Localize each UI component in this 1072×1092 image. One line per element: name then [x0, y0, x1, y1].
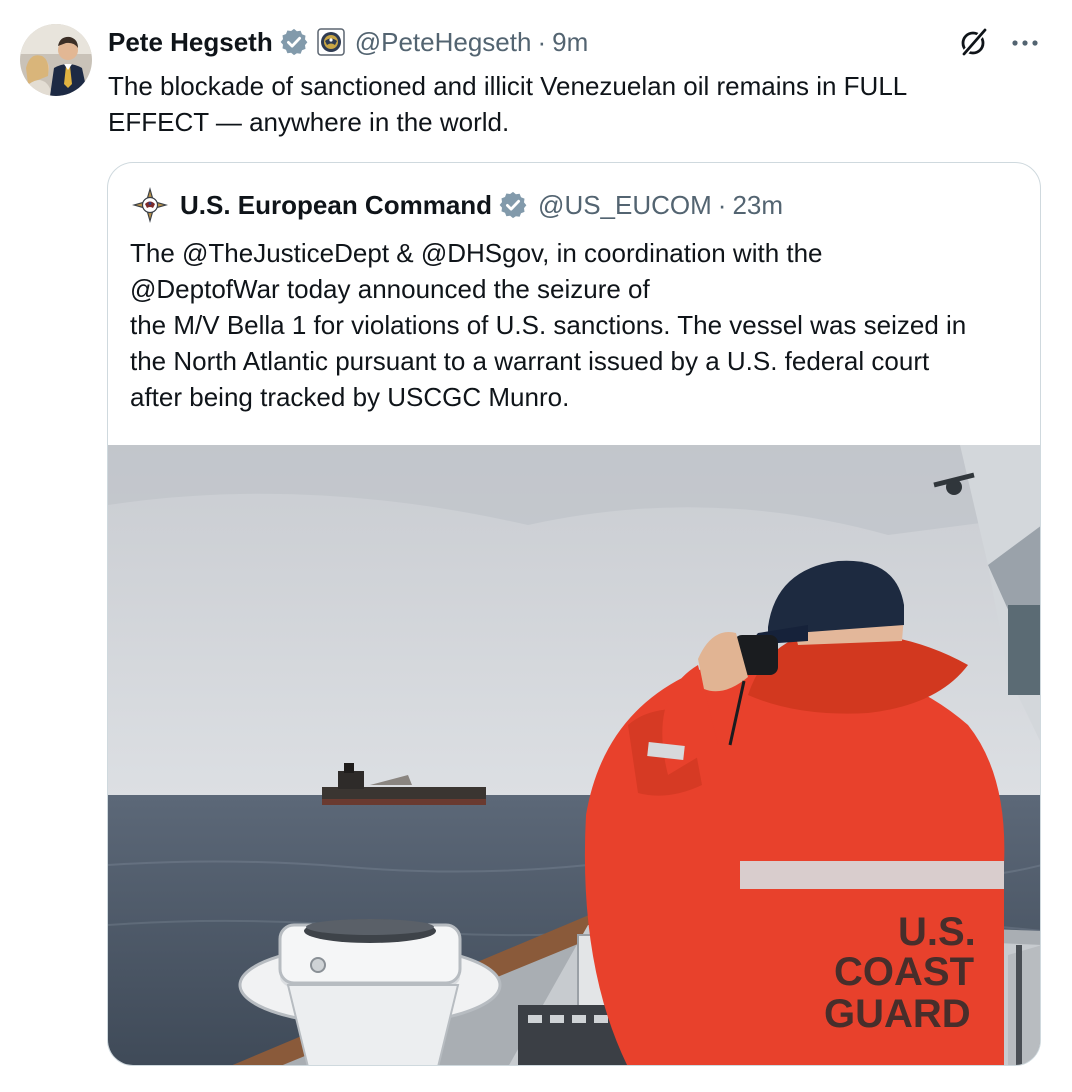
- verified-badge-icon: [280, 28, 308, 56]
- quoted-tweet-timestamp[interactable]: 23m: [732, 190, 783, 221]
- tweet-header: Pete Hegseth @PeteHegseth · 9m: [108, 24, 588, 60]
- verified-badge-icon: [499, 191, 527, 219]
- quoted-tweet-photo[interactable]: U.S. COAST GUARD: [108, 445, 1040, 1065]
- quoted-author-display-name[interactable]: U.S. European Command: [180, 190, 492, 221]
- tweet[interactable]: Pete Hegseth @PeteHegseth · 9m The block…: [0, 0, 1072, 1092]
- separator-dot: ·: [717, 189, 727, 220]
- quoted-tweet-text: The @TheJusticeDept & @DHSgov, in coordi…: [130, 235, 1030, 415]
- quoted-text-line: @DeptofWar today announced the seizure o…: [130, 274, 650, 304]
- quoted-text-line: after being tracked by USCGC Munro.: [130, 382, 570, 412]
- quoted-author-handle[interactable]: @US_EUCOM: [538, 190, 712, 221]
- jacket-text-line: COAST: [834, 950, 974, 994]
- eucom-emblem-icon[interactable]: [130, 185, 170, 225]
- separator-dot: ·: [537, 26, 547, 57]
- author-avatar[interactable]: [20, 24, 92, 96]
- quoted-tweet-header: U.S. European Command @US_EUCOM · 23m: [130, 185, 783, 225]
- tweet-timestamp[interactable]: 9m: [552, 27, 588, 58]
- more-options-icon[interactable]: [1008, 30, 1042, 56]
- author-display-name[interactable]: Pete Hegseth: [108, 27, 273, 58]
- tweet-text-line: EFFECT — anywhere in the world.: [108, 107, 510, 137]
- author-handle[interactable]: @PeteHegseth: [355, 27, 532, 58]
- quoted-text-line: the North Atlantic pursuant to a warrant…: [130, 346, 930, 376]
- quoted-text-line: The @TheJusticeDept & @DHSgov, in coordi…: [130, 238, 823, 268]
- quoted-text-line: the M/V Bella 1 for violations of U.S. s…: [130, 310, 967, 340]
- tweet-text-line: The blockade of sanctioned and illicit V…: [108, 71, 908, 101]
- grok-icon[interactable]: [956, 26, 990, 60]
- jacket-text-line: U.S.: [898, 910, 976, 954]
- jacket-text-line: GUARD: [824, 992, 971, 1036]
- tweet-text: The blockade of sanctioned and illicit V…: [108, 68, 1008, 140]
- quoted-tweet[interactable]: U.S. European Command @US_EUCOM · 23m Th…: [107, 162, 1041, 1066]
- government-seal-icon[interactable]: [316, 28, 345, 56]
